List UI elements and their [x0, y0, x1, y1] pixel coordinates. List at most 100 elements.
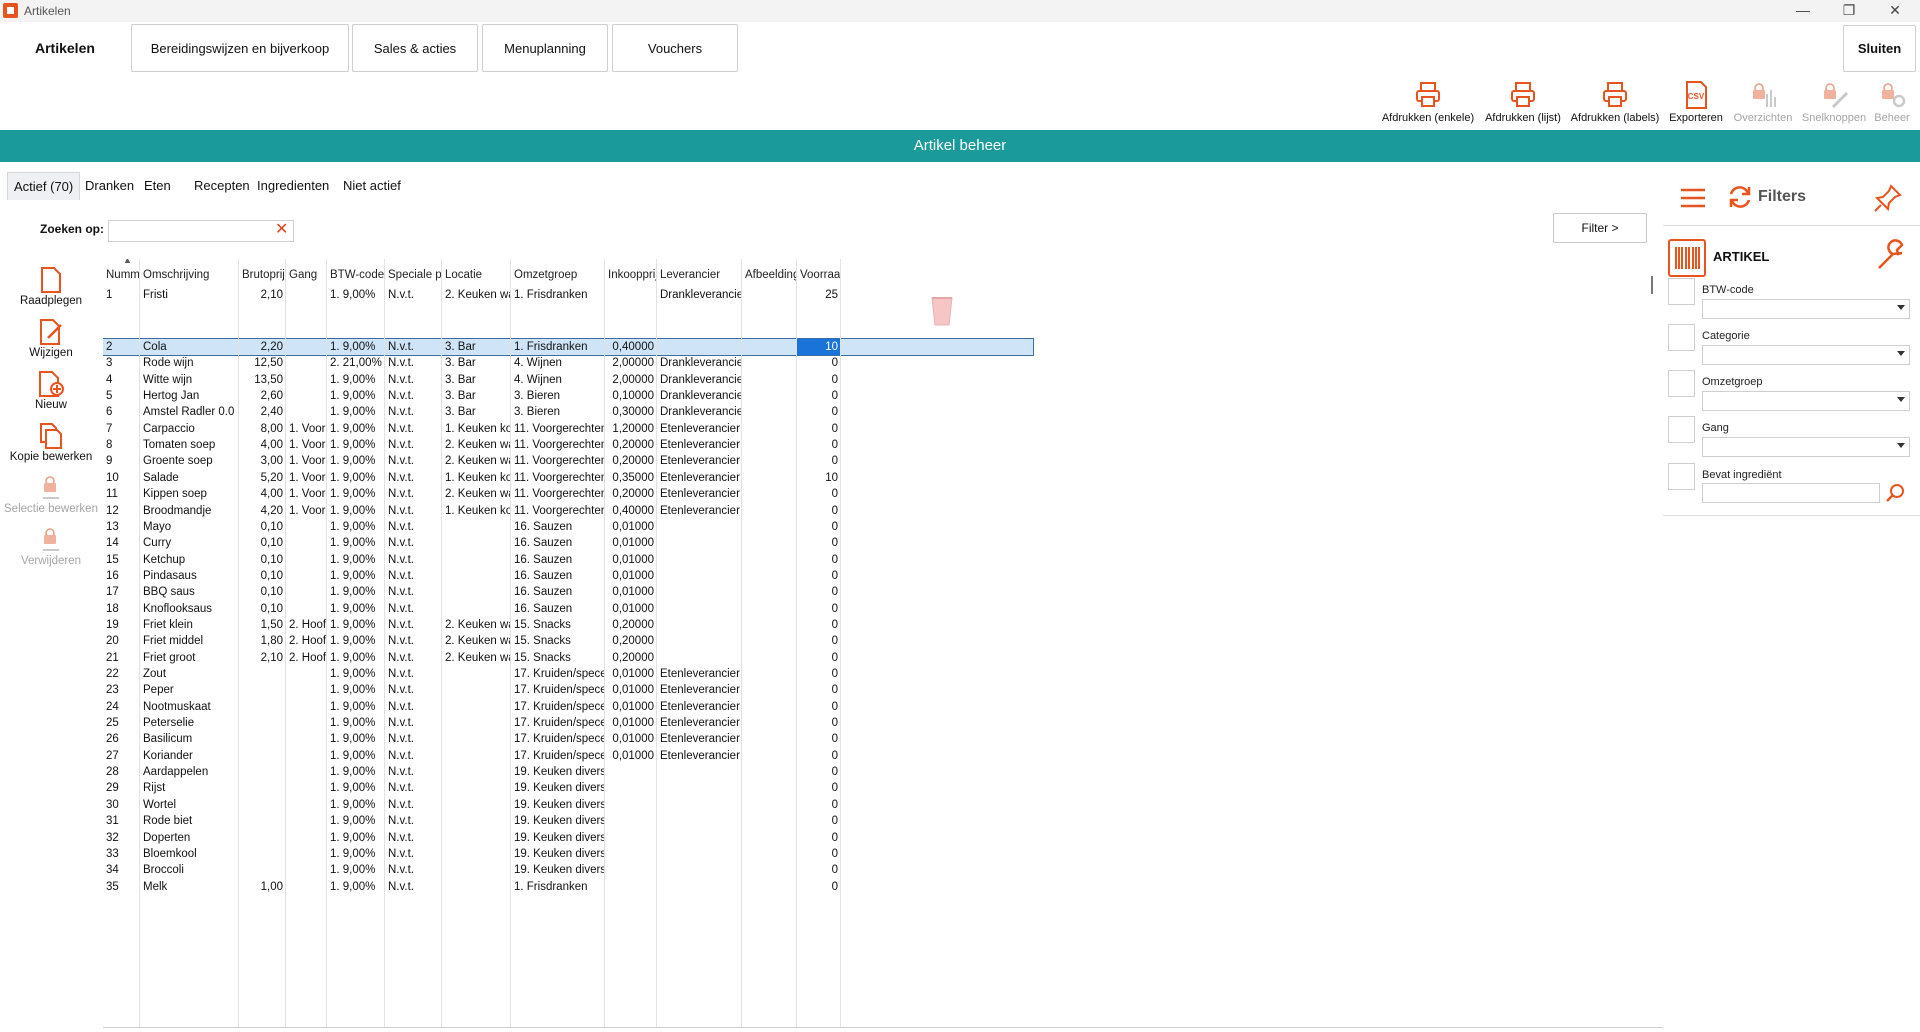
omzetgroep-checkbox[interactable] [1668, 370, 1695, 397]
overzichten-button[interactable]: Overzichten [1730, 80, 1796, 124]
kopie-bewerken-button[interactable]: Kopie bewerken [0, 422, 102, 463]
search-icon[interactable] [1885, 482, 1907, 504]
table-row[interactable]: 15 Ketchup 0,10 1. 9,00% N.v.t. 16. Sauzen 0,0… [103, 552, 1033, 568]
table-row[interactable]: 20 Friet middel 1,80 2. Hoofd1. 9,00% N.v.t.… [103, 633, 1033, 649]
table-row[interactable]: 27 Koriander 1. 9,00% N.v.t. 17. Kruiden/spe… [103, 748, 1033, 764]
tab-dranken[interactable]: Dranken [79, 172, 140, 200]
omzetgroep-select[interactable] [1702, 391, 1910, 411]
print-list-button[interactable]: Afdrukken (lijst) [1479, 80, 1567, 124]
table-cell: 2,00000 [612, 357, 654, 370]
pin-icon[interactable] [1874, 184, 1902, 212]
bevat-ingredient-checkbox[interactable] [1668, 463, 1695, 490]
nieuw-button[interactable]: Nieuw [0, 370, 102, 411]
gang-checkbox[interactable] [1668, 416, 1695, 443]
tab-menuplanning[interactable]: Menuplanning [482, 24, 608, 72]
table-row[interactable]: 13 Mayo 0,10 1. 9,00% N.v.t. 16. Sauzen 0,0100… [103, 519, 1033, 535]
wijzigen-button[interactable]: Wijzigen [0, 318, 102, 359]
raadplegen-button[interactable]: Raadplegen [0, 266, 102, 307]
minimize-button[interactable]: — [1780, 0, 1826, 22]
table-row[interactable]: 16 Pindasaus 0,10 1. 9,00% N.v.t. 16. Sauzen 0… [103, 568, 1033, 584]
verwijderen-button[interactable]: Verwijderen [0, 526, 102, 567]
column-header[interactable]: BTW-code [327, 259, 385, 285]
table-row[interactable]: 29 Rijst 1. 9,00% N.v.t. 19. Keuken diversen… [103, 780, 1033, 796]
tab-vouchers[interactable]: Vouchers [612, 24, 738, 72]
table-row[interactable]: 14 Curry 0,10 1. 9,00% N.v.t. 16. Sauzen 0,010… [103, 535, 1033, 551]
clear-search-icon[interactable]: ✕ [275, 222, 288, 238]
tab-bereidingswijzen[interactable]: Bereidingswijzen en bijverkoop [131, 24, 349, 72]
table-row[interactable]: 30 Wortel 1. 9,00% N.v.t. 19. Keuken diverse… [103, 797, 1033, 813]
snelknoppen-button[interactable]: Snelknoppen [1800, 80, 1868, 124]
table-cell: 1. 9,00% [330, 798, 376, 811]
table-row[interactable]: 9 Groente soep 3,00 1. Voor 1. 9,00% N.v.t. 2.… [103, 453, 1033, 469]
selectie-bewerken-button[interactable]: Selectie bewerken [0, 474, 102, 515]
search-input[interactable] [108, 220, 294, 242]
table-row[interactable]: 3 Rode wijn 12,50 2. 21,00% N.v.t. 3. Bar 4. W… [103, 355, 1033, 371]
table-cell [239, 748, 286, 764]
table-row[interactable]: 4 Witte wijn 13,50 1. 9,00% N.v.t. 3. Bar 4. W… [103, 372, 1033, 388]
tab-eten[interactable]: Eten [138, 172, 177, 200]
tab-actief[interactable]: Actief (70) [7, 172, 81, 200]
column-header[interactable]: Inkoopprijs [605, 259, 657, 285]
btw-code-checkbox[interactable] [1668, 278, 1695, 305]
column-header[interactable]: Afbeelding [742, 259, 797, 285]
table-row[interactable]: 19 Friet klein 1,50 2. Hoofd1. 9,00% N.v.t. 2… [103, 617, 1033, 633]
table-row[interactable]: 10 Salade 5,20 1. Voor 1. 9,00% N.v.t. 1. Keuk… [103, 470, 1033, 486]
export-button[interactable]: CSV Exporteren [1665, 80, 1727, 124]
column-header[interactable]: Voorraad [797, 259, 841, 285]
table-row[interactable]: 34 Broccoli 1. 9,00% N.v.t. 19. Keuken diver… [103, 862, 1033, 878]
table-row[interactable]: 11 Kippen soep 4,00 1. Voor 1. 9,00% N.v.t. 2.… [103, 486, 1033, 502]
print-labels-button[interactable]: Afdrukken (labels) [1568, 80, 1662, 124]
table-row[interactable]: 35 Melk 1,00 1. 9,00% N.v.t. 1. Frisdranken 0 [103, 879, 1033, 895]
menu-icon[interactable] [1680, 187, 1706, 209]
table-row[interactable]: 28 Aardappelen 1. 9,00% N.v.t. 19. Keuken di… [103, 764, 1033, 780]
table-row[interactable]: 17 BBQ saus 0,10 1. 9,00% N.v.t. 16. Sauzen 0,… [103, 584, 1033, 600]
table-row[interactable]: 22 Zout 1. 9,00% N.v.t. 17. Kruiden/specerij… [103, 666, 1033, 682]
column-header[interactable]: Leverancier [657, 259, 742, 285]
btw-code-select[interactable] [1702, 299, 1910, 319]
table-row[interactable]: 23 Peper 1. 9,00% N.v.t. 17. Kruiden/speceri… [103, 682, 1033, 698]
tab-sales-acties[interactable]: Sales & acties [352, 24, 478, 72]
sluiten-button[interactable]: Sluiten [1843, 25, 1916, 72]
table-row[interactable]: 2 Cola 2,20 1. 9,00% N.v.t. 3. Bar 1. Frisdran… [103, 338, 1034, 356]
table-row[interactable]: 26 Basilicum 1. 9,00% N.v.t. 17. Kruiden/spe… [103, 731, 1033, 747]
table-row[interactable]: 1 Fristi 2,10 1. 9,00% N.v.t. 2. Keuken warm1… [103, 285, 1033, 305]
table-row[interactable]: 8 Tomaten soep 4,00 1. Voor 1. 9,00% N.v.t. 2.… [103, 437, 1033, 453]
table-row[interactable]: 21 Friet groot 2,10 2. Hoofd1. 9,00% N.v.t. 2… [103, 650, 1033, 666]
window-close-button[interactable]: ✕ [1872, 0, 1918, 22]
column-header[interactable]: Nummer [103, 259, 140, 285]
maximize-button[interactable]: ❐ [1826, 0, 1872, 22]
table-cell [286, 404, 327, 420]
table-row[interactable]: 12 Broodmandje 4,20 1. Voor 1. 9,00% N.v.t. 1.… [103, 503, 1033, 519]
tab-ingredienten[interactable]: Ingredienten [251, 172, 335, 200]
categorie-select[interactable] [1702, 345, 1910, 365]
table-row[interactable]: 33 Bloemkool 1. 9,00% N.v.t. 19. Keuken dive… [103, 846, 1033, 862]
table-cell: 2,60 [260, 390, 283, 403]
column-header[interactable]: Gang [286, 259, 327, 285]
beheer-button[interactable]: Beheer [1867, 80, 1917, 124]
table-row[interactable]: 5 Hertog Jan 2,60 1. 9,00% N.v.t. 3. Bar 3. Bi… [103, 388, 1033, 404]
refresh-icon[interactable] [1727, 184, 1753, 210]
column-header[interactable]: Omschrijving [140, 259, 239, 285]
tab-niet-actief[interactable]: Niet actief [337, 172, 407, 200]
bevat-ingredient-input[interactable] [1702, 483, 1880, 503]
column-header[interactable]: Omzetgroep [511, 259, 605, 285]
tab-recepten[interactable]: Recepten [188, 172, 256, 200]
table-row[interactable]: 7 Carpaccio 8,00 1. Voor 1. 9,00% N.v.t. 1. Ke… [103, 421, 1033, 437]
table-row[interactable]: 25 Peterselie 1. 9,00% N.v.t. 17. Kruiden/sp… [103, 715, 1033, 731]
column-header[interactable]: Brutoprijs [239, 259, 286, 285]
table-cell [657, 601, 742, 617]
table-scrollbar[interactable] [1651, 276, 1653, 294]
column-header[interactable]: Locatie [442, 259, 511, 285]
column-header[interactable]: Speciale prijs [385, 259, 442, 285]
wrench-icon[interactable] [1875, 238, 1909, 272]
gang-select[interactable] [1702, 437, 1910, 457]
table-row[interactable]: 18 Knoflooksaus 0,10 1. 9,00% N.v.t. 16. Sauz… [103, 601, 1033, 617]
categorie-checkbox[interactable] [1668, 324, 1695, 351]
table-row[interactable]: 6 Amstel Radler 0.0 2,40 1. 9,00% N.v.t. 3. B… [103, 404, 1033, 420]
print-single-button[interactable]: Afdrukken (enkele) [1380, 80, 1476, 124]
table-row[interactable]: 31 Rode biet 1. 9,00% N.v.t. 19. Keuken dive… [103, 813, 1033, 829]
table-cell [239, 862, 286, 878]
table-row[interactable]: 24 Nootmuskaat 1. 9,00% N.v.t. 17. Kruiden/s… [103, 699, 1033, 715]
table-row[interactable]: 32 Doperten 1. 9,00% N.v.t. 19. Keuken diver… [103, 830, 1033, 846]
filter-button[interactable]: Filter > [1553, 213, 1647, 243]
